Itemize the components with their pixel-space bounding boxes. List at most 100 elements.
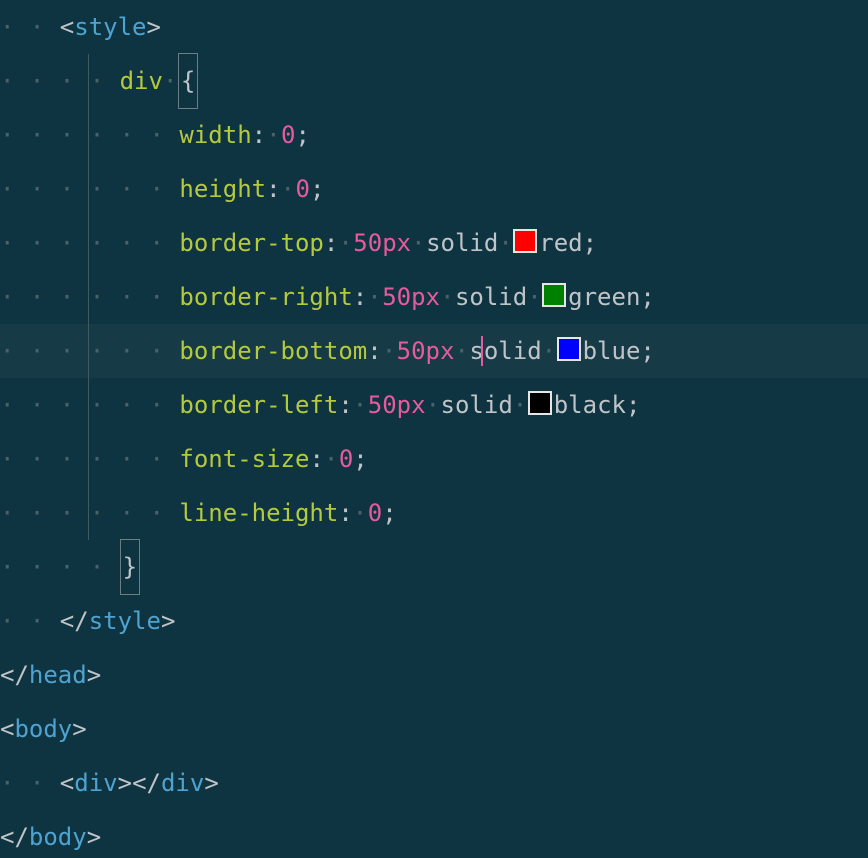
code-line[interactable]: · · · · · · width : · 0 ;	[0, 108, 868, 162]
css-property: height	[179, 162, 266, 216]
colon: :	[338, 378, 352, 432]
css-property: width	[179, 108, 251, 162]
code-editor[interactable]: · · < style > · · · · div · { · · · · · …	[0, 0, 868, 858]
angle-bracket: </	[132, 756, 161, 810]
angle-bracket: >	[161, 594, 175, 648]
css-value: solid	[441, 378, 513, 432]
colon: :	[252, 108, 266, 162]
angle-bracket: <	[60, 756, 74, 810]
code-line[interactable]: < body >	[0, 702, 868, 756]
semicolon: ;	[296, 108, 310, 162]
text-cursor	[481, 336, 483, 366]
whitespace: ·	[353, 486, 368, 540]
css-selector: div	[120, 54, 163, 108]
code-line[interactable]: </ body >	[0, 810, 868, 858]
whitespace: ·	[382, 324, 397, 378]
color-swatch-black[interactable]	[528, 391, 552, 415]
whitespace: ·	[367, 270, 382, 324]
css-property: border-right	[179, 270, 352, 324]
colon: :	[338, 486, 352, 540]
open-brace: {	[178, 53, 198, 109]
css-value: 0	[339, 432, 353, 486]
colon: :	[266, 162, 280, 216]
colon: :	[353, 270, 367, 324]
css-unit: px	[397, 378, 426, 432]
css-property: border-bottom	[179, 324, 367, 378]
colon: :	[309, 432, 323, 486]
whitespace: ·	[324, 432, 339, 486]
angle-bracket: >	[147, 0, 161, 54]
css-property: line-height	[179, 486, 338, 540]
code-line[interactable]: · · · · }	[0, 540, 868, 594]
color-swatch-red[interactable]	[513, 229, 537, 253]
semicolon: ;	[310, 162, 324, 216]
angle-bracket: >	[87, 810, 101, 858]
css-value: 0	[281, 108, 295, 162]
html-tag: div	[161, 756, 204, 810]
semicolon: ;	[640, 270, 654, 324]
code-line[interactable]: · · · · · · font-size : · 0 ;	[0, 432, 868, 486]
whitespace: · ·	[0, 0, 60, 54]
code-line[interactable]: · · < style >	[0, 0, 868, 54]
code-line[interactable]: · · · · · · line-height : · 0 ;	[0, 486, 868, 540]
whitespace: ·	[454, 324, 469, 378]
colon: :	[367, 324, 381, 378]
css-property: border-left	[179, 378, 338, 432]
code-line[interactable]: · · · · · · height : · 0 ;	[0, 162, 868, 216]
css-number: 50	[368, 378, 397, 432]
whitespace: ·	[440, 270, 455, 324]
angle-bracket: >	[204, 756, 218, 810]
css-value: 0	[368, 486, 382, 540]
angle-bracket: </	[0, 810, 29, 858]
angle-bracket: >	[118, 756, 132, 810]
angle-bracket: >	[72, 702, 86, 756]
css-color: red	[539, 216, 582, 270]
code-line-active[interactable]: · · · · · · border-bottom : · 50 px · so…	[0, 324, 868, 378]
whitespace: ·	[513, 378, 528, 432]
code-line[interactable]: · · · · div · {	[0, 54, 868, 108]
color-swatch-green[interactable]	[542, 283, 566, 307]
whitespace: · · · ·	[0, 540, 120, 594]
css-unit: px	[426, 324, 455, 378]
whitespace: ·	[498, 216, 513, 270]
whitespace: · · · · · ·	[0, 432, 179, 486]
css-property: border-top	[179, 216, 324, 270]
whitespace: · · · ·	[0, 54, 120, 108]
css-unit: px	[411, 270, 440, 324]
semicolon: ;	[382, 486, 396, 540]
css-number: 50	[382, 270, 411, 324]
whitespace: ·	[338, 216, 353, 270]
whitespace: · ·	[0, 756, 60, 810]
close-brace: }	[120, 539, 140, 595]
semicolon: ;	[640, 324, 654, 378]
code-line[interactable]: </ head >	[0, 648, 868, 702]
html-tag: style	[89, 594, 161, 648]
whitespace: ·	[353, 378, 368, 432]
css-value: solid	[455, 270, 527, 324]
code-line[interactable]: · · · · · · border-right : · 50 px · sol…	[0, 270, 868, 324]
css-number: 50	[397, 324, 426, 378]
css-number: 50	[353, 216, 382, 270]
code-line[interactable]: · · < div > </ div >	[0, 756, 868, 810]
css-property: font-size	[179, 432, 309, 486]
whitespace: ·	[426, 378, 441, 432]
angle-bracket: <	[0, 702, 14, 756]
whitespace: · · · · · ·	[0, 216, 179, 270]
code-line[interactable]: · · · · · · border-left : · 50 px · soli…	[0, 378, 868, 432]
semicolon: ;	[626, 378, 640, 432]
whitespace: · · · · · ·	[0, 108, 179, 162]
whitespace: · · · · · ·	[0, 486, 179, 540]
html-tag: style	[74, 0, 146, 54]
css-unit: px	[382, 216, 411, 270]
code-line[interactable]: · · · · · · border-top : · 50 px · solid…	[0, 216, 868, 270]
css-color: blue	[583, 324, 641, 378]
angle-bracket: </	[60, 594, 89, 648]
whitespace: ·	[542, 324, 557, 378]
color-swatch-blue[interactable]	[557, 337, 581, 361]
css-color: green	[568, 270, 640, 324]
whitespace: · · · · · ·	[0, 162, 179, 216]
html-tag: body	[29, 810, 87, 858]
css-value: 0	[296, 162, 310, 216]
code-line[interactable]: · · </ style >	[0, 594, 868, 648]
angle-bracket: </	[0, 648, 29, 702]
